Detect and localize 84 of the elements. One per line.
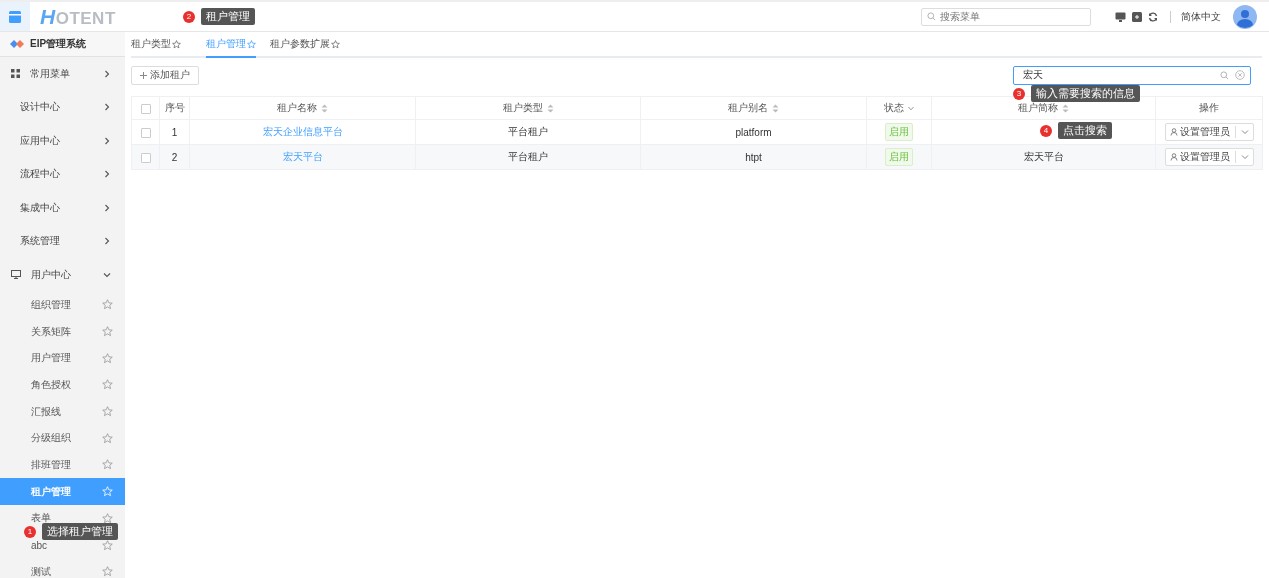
menu-item[interactable]: 汇报线 <box>0 398 125 425</box>
caret-icon <box>1240 154 1249 160</box>
sort-icon[interactable] <box>321 103 328 113</box>
column-header: 租户别名 <box>728 101 768 115</box>
column-header: 操作 <box>1199 101 1219 115</box>
star-icon[interactable] <box>102 352 113 364</box>
column-header: 租户简称 <box>1018 101 1058 115</box>
menu-item[interactable]: 分级组织 <box>0 424 125 452</box>
callout-tooltip: 输入需要搜索的信息 <box>1031 85 1140 102</box>
menu-item[interactable]: 角色授权 <box>0 371 125 399</box>
menu-button[interactable] <box>8 9 22 24</box>
table-cell: 平台租户 <box>508 126 548 137</box>
person-icon <box>1169 128 1178 136</box>
star-icon[interactable] <box>102 459 113 471</box>
fullscreen-icon[interactable] <box>1132 11 1142 22</box>
column-header: 租户名称 <box>277 101 317 115</box>
step-number-badge: 4 <box>1040 124 1052 137</box>
menu-item[interactable]: 集成中心 <box>0 191 125 225</box>
set-admin-button[interactable]: 设置管理员 <box>1164 123 1254 141</box>
sort-icon[interactable] <box>772 103 779 113</box>
logo: HOTENT <box>40 4 116 29</box>
clear-icon[interactable] <box>1235 70 1245 80</box>
language-selector[interactable]: 简体中文 <box>1181 9 1221 24</box>
step-number-badge: 3 <box>1013 87 1025 100</box>
star-icon[interactable] <box>102 432 113 444</box>
star-icon[interactable] <box>102 566 113 578</box>
column-header: 序号 <box>164 101 185 115</box>
search-field[interactable]: 宏天 <box>1013 65 1251 85</box>
monitor-icon[interactable] <box>1115 11 1126 22</box>
tab[interactable]: 租户类型 <box>131 32 192 58</box>
row-checkbox[interactable] <box>140 127 151 138</box>
star-icon[interactable] <box>102 299 113 311</box>
diamond-logo-icon <box>10 39 24 49</box>
star-icon[interactable] <box>102 326 113 338</box>
column-header: 租户类型 <box>502 101 543 115</box>
table-cell: htpt <box>745 151 762 163</box>
menu-item[interactable]: 常用菜单 <box>0 57 125 91</box>
menu-item[interactable]: 设计中心 <box>0 90 125 124</box>
plus-icon <box>140 71 147 79</box>
column-header: 状态 <box>884 101 904 115</box>
tab[interactable]: 租户参数扩展 <box>270 32 351 58</box>
star-icon[interactable] <box>102 512 113 524</box>
status-tag: 启用 <box>885 148 913 166</box>
add-button[interactable]: 添加租户 <box>131 65 199 85</box>
star-icon[interactable] <box>172 39 181 49</box>
search-icon <box>927 12 936 21</box>
table-cell: 2 <box>171 151 178 163</box>
row-checkbox[interactable] <box>140 152 151 163</box>
table-cell: 1 <box>171 126 178 138</box>
menu-item[interactable]: 组织管理 <box>0 291 125 319</box>
status-tag: 启用 <box>885 123 913 141</box>
callout-tooltip: 租户管理 <box>201 8 255 25</box>
callout-tooltip: 点击搜索 <box>1058 122 1112 139</box>
menu-item[interactable]: 用户管理 <box>0 344 125 372</box>
sort-icon[interactable] <box>1062 103 1069 113</box>
set-admin-button[interactable]: 设置管理员 <box>1164 148 1254 166</box>
menu-item[interactable]: 流程中心 <box>0 157 125 191</box>
star-icon[interactable] <box>102 539 113 551</box>
system-title: EIP管理系统 <box>30 37 87 51</box>
menu-item[interactable]: 测试 <box>0 558 125 578</box>
star-icon[interactable] <box>331 39 340 49</box>
menu-search-field[interactable]: 搜索菜单 <box>921 7 1091 26</box>
table-cell: platform <box>735 126 772 138</box>
menu-item[interactable]: 用户中心 <box>0 258 125 292</box>
star-icon[interactable] <box>102 406 113 418</box>
menu-item[interactable]: 排班管理 <box>0 451 125 479</box>
menu-item[interactable]: 系统管理 <box>0 224 125 258</box>
caret-icon <box>1240 129 1249 135</box>
avatar[interactable] <box>1233 4 1257 29</box>
sort-icon[interactable] <box>546 103 554 113</box>
search-icon[interactable] <box>1220 70 1229 80</box>
refresh-icon[interactable] <box>1148 11 1158 22</box>
person-icon <box>1169 153 1178 161</box>
chevron-down-icon[interactable] <box>908 105 914 111</box>
monitor-icon <box>11 270 21 280</box>
star-icon[interactable] <box>247 39 256 49</box>
table-cell: 宏天平台 <box>1023 151 1064 162</box>
menu-item[interactable]: 关系矩阵 <box>0 318 125 345</box>
grid-icon <box>11 69 20 79</box>
star-icon[interactable] <box>102 379 113 391</box>
menu-item[interactable]: 应用中心 <box>0 124 125 158</box>
select-all-checkbox[interactable] <box>140 103 151 114</box>
callout-tooltip: 选择租户管理 <box>42 523 118 540</box>
table-cell: 平台租户 <box>508 151 548 162</box>
